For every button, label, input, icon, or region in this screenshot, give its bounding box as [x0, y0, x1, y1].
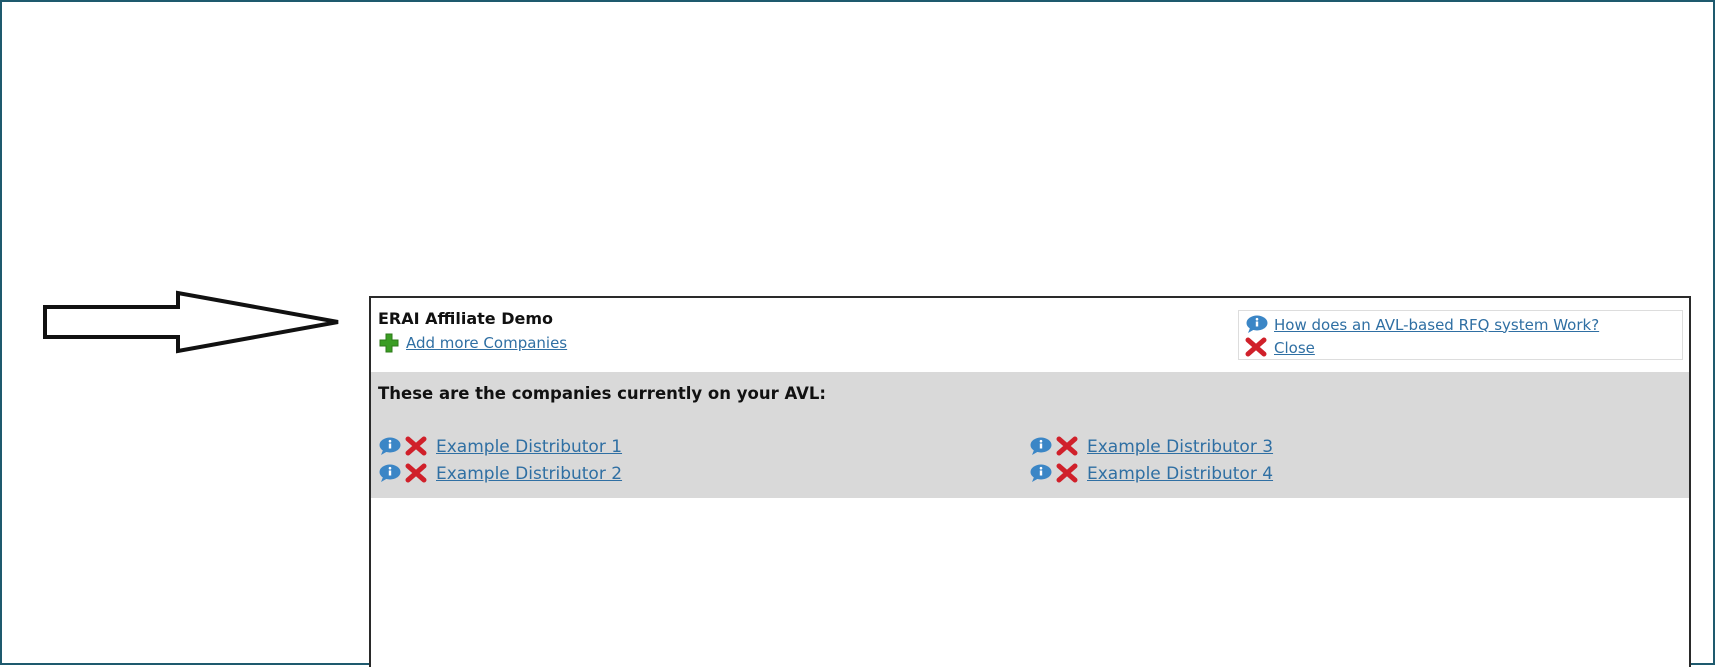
- distributor-link[interactable]: Example Distributor 2: [436, 464, 622, 484]
- distributor-column-1: Example Distributor 1 Example Distributo…: [378, 435, 622, 486]
- red-x-icon[interactable]: [405, 463, 429, 485]
- red-x-icon[interactable]: [405, 436, 429, 458]
- list-item: Example Distributor 3: [1029, 435, 1273, 459]
- avl-panel: ERAI Affiliate Demo Add more Companies H…: [369, 296, 1691, 667]
- red-x-icon[interactable]: [1056, 436, 1080, 458]
- info-bubble-icon[interactable]: [1029, 436, 1053, 458]
- close-link[interactable]: Close: [1274, 339, 1315, 357]
- info-bubble-icon: [1245, 314, 1269, 336]
- distributor-link[interactable]: Example Distributor 4: [1087, 464, 1273, 484]
- distributor-column-2: Example Distributor 3 Example Distributo…: [1029, 435, 1273, 486]
- help-link-row[interactable]: How does an AVL-based RFQ system Work?: [1245, 313, 1682, 336]
- panel-header: ERAI Affiliate Demo Add more Companies H…: [371, 298, 1689, 372]
- distributor-link[interactable]: Example Distributor 3: [1087, 437, 1273, 457]
- list-item: Example Distributor 2: [378, 462, 622, 486]
- info-bubble-icon[interactable]: [1029, 463, 1053, 485]
- add-companies-link[interactable]: Add more Companies: [406, 334, 567, 352]
- green-plus-icon: [378, 332, 402, 354]
- red-x-icon[interactable]: [1056, 463, 1080, 485]
- help-box: How does an AVL-based RFQ system Work? C…: [1238, 310, 1683, 360]
- list-item: Example Distributor 4: [1029, 462, 1273, 486]
- distributor-link[interactable]: Example Distributor 1: [436, 437, 622, 457]
- info-bubble-icon[interactable]: [378, 436, 402, 458]
- avl-heading: These are the companies currently on you…: [378, 384, 826, 403]
- list-item: Example Distributor 1: [378, 435, 622, 459]
- arrow-right-icon: [42, 290, 342, 364]
- page-title: ERAI Affiliate Demo: [378, 309, 554, 328]
- close-row[interactable]: Close: [1245, 336, 1682, 359]
- how-avl-works-link[interactable]: How does an AVL-based RFQ system Work?: [1274, 316, 1599, 334]
- red-x-icon: [1245, 337, 1269, 359]
- info-bubble-icon[interactable]: [378, 463, 402, 485]
- add-companies-row[interactable]: Add more Companies: [378, 332, 567, 354]
- avl-list-section: These are the companies currently on you…: [371, 372, 1689, 498]
